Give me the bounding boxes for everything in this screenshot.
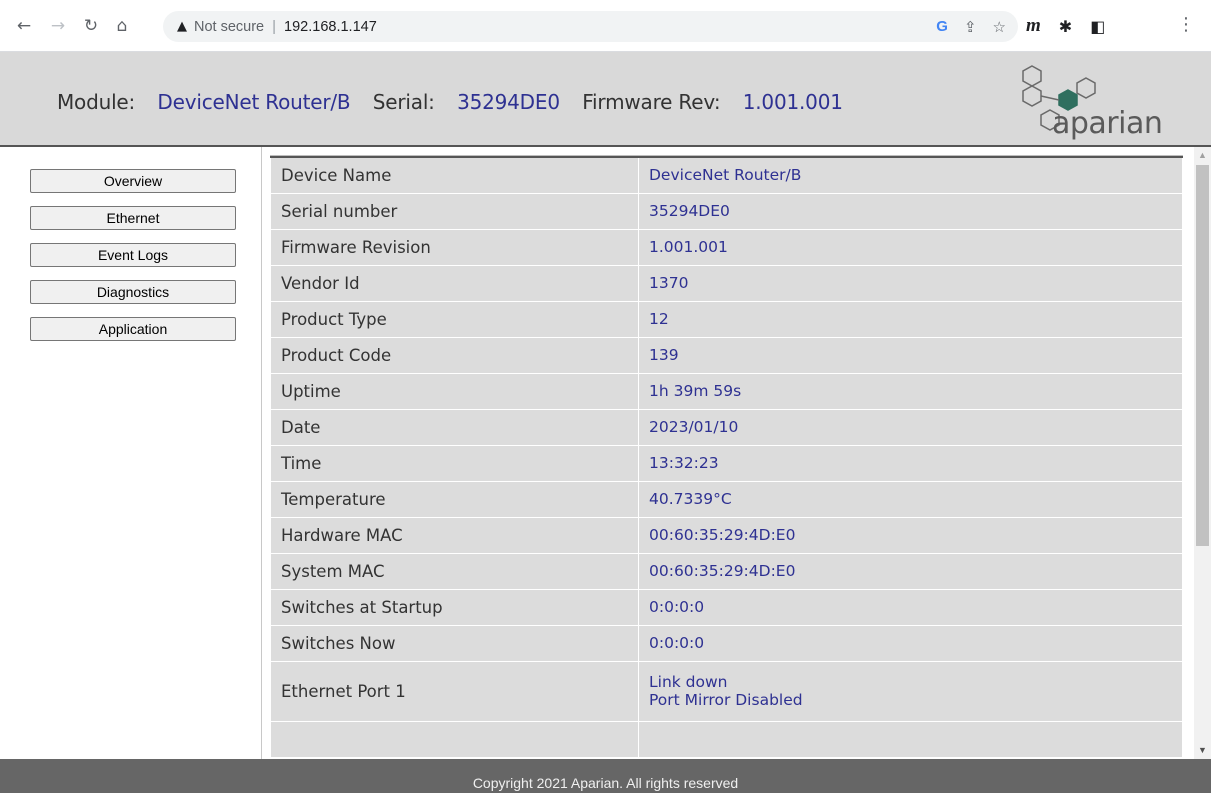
vertical-scrollbar[interactable]: ▲ ▼ xyxy=(1194,147,1211,759)
table-row: Vendor Id 1370 xyxy=(270,264,1183,302)
serial-label: Serial: xyxy=(372,90,435,114)
extension-m-icon[interactable]: m xyxy=(1026,15,1041,37)
row-label: Device Name xyxy=(270,156,639,194)
row-value: 0:0:0:0 xyxy=(638,588,1183,626)
page-header: Module: DeviceNet Router/B Serial: 35294… xyxy=(0,52,1211,147)
device-info-table: Device Name DeviceNet Router/B Serial numb… xyxy=(270,155,1183,758)
table-row: Product Code 139 xyxy=(270,336,1183,374)
row-label: Time xyxy=(270,444,639,482)
table-row: Date 2023/01/10 xyxy=(270,408,1183,446)
row-value: 12 xyxy=(638,300,1183,338)
row-value: 35294DE0 xyxy=(638,192,1183,230)
row-label: Product Code xyxy=(270,336,639,374)
row-value: 00:60:35:29:4D:E0 xyxy=(638,552,1183,590)
serial-value: 35294DE0 xyxy=(457,90,560,114)
table-row: Time 13:32:23 xyxy=(270,444,1183,482)
back-icon[interactable]: ← xyxy=(12,14,36,38)
footer: Copyright 2021 Aparian. All rights reser… xyxy=(0,759,1211,793)
sidebar-item-diagnostics[interactable]: Diagnostics xyxy=(30,280,236,304)
row-label: Ethernet Port 1 xyxy=(270,660,639,722)
url-text[interactable]: 192.168.1.147 xyxy=(284,19,377,35)
table-row: Switches Now 0:0:0:0 xyxy=(270,624,1183,662)
main-content: Device Name DeviceNet Router/B Serial numb… xyxy=(262,147,1211,759)
module-value: DeviceNet Router/B xyxy=(157,90,351,114)
row-label: Date xyxy=(270,408,639,446)
sidebar-item-event-logs[interactable]: Event Logs xyxy=(30,243,236,267)
row-value: 1.001.001 xyxy=(638,228,1183,266)
row-label: Uptime xyxy=(270,372,639,410)
row-label: Switches at Startup xyxy=(270,588,639,626)
row-label: Temperature xyxy=(270,480,639,518)
sidebar-item-ethernet[interactable]: Ethernet xyxy=(30,206,236,230)
row-label: Firmware Revision xyxy=(270,228,639,266)
browser-menu-icon[interactable]: ⋮ xyxy=(1176,14,1196,38)
row-label xyxy=(270,720,639,758)
aparian-logo-text: aparian xyxy=(1052,106,1163,141)
table-row: Uptime 1h 39m 59s xyxy=(270,372,1183,410)
url-separator: | xyxy=(272,18,277,35)
sidebar: Overview Ethernet Event Logs Diagnostics… xyxy=(0,147,262,759)
sidebar-item-application[interactable]: Application xyxy=(30,317,236,341)
module-label: Module: xyxy=(57,90,136,114)
reload-icon[interactable]: ↻ xyxy=(79,14,103,38)
bookmark-star-icon[interactable]: ☆ xyxy=(993,18,1006,36)
address-bar[interactable]: ▲ Not secure | 192.168.1.147 G ⇪ ☆ xyxy=(163,11,1018,42)
browser-toolbar: ← → ↻ ⌂ ▲ Not secure | 192.168.1.147 G ⇪… xyxy=(0,0,1211,52)
table-row-ethernet-port: Ethernet Port 1 Link down Port Mirror Disa… xyxy=(270,660,1183,722)
row-value: 1370 xyxy=(638,264,1183,302)
share-icon[interactable]: ⇪ xyxy=(964,18,977,36)
row-value xyxy=(638,720,1183,758)
row-value: 1h 39m 59s xyxy=(638,372,1183,410)
google-translate-icon[interactable]: G xyxy=(936,18,948,35)
row-label: Serial number xyxy=(270,192,639,230)
row-value: 00:60:35:29:4D:E0 xyxy=(638,516,1183,554)
forward-icon[interactable]: → xyxy=(46,14,70,38)
scroll-up-arrow-icon[interactable]: ▲ xyxy=(1194,147,1211,164)
row-value: 139 xyxy=(638,336,1183,374)
copyright-text: Copyright 2021 Aparian. All rights reser… xyxy=(472,775,739,791)
row-label: Switches Now xyxy=(270,624,639,662)
table-row: Product Type 12 xyxy=(270,300,1183,338)
scrollbar-thumb[interactable] xyxy=(1196,165,1209,546)
row-value: DeviceNet Router/B xyxy=(638,156,1183,194)
not-secure-label[interactable]: Not secure xyxy=(194,19,264,35)
module-info: Module: DeviceNet Router/B Serial: 35294… xyxy=(57,90,843,114)
row-label: Product Type xyxy=(270,300,639,338)
table-row: Hardware MAC 00:60:35:29:4D:E0 xyxy=(270,516,1183,554)
link-status: Link down xyxy=(649,673,728,691)
row-value: 0:0:0:0 xyxy=(638,624,1183,662)
side-panel-icon[interactable]: ◧ xyxy=(1090,17,1105,36)
firmware-value: 1.001.001 xyxy=(742,90,843,114)
row-label: Vendor Id xyxy=(270,264,639,302)
table-row: Switches at Startup 0:0:0:0 xyxy=(270,588,1183,626)
row-value: 2023/01/10 xyxy=(638,408,1183,446)
row-label: Hardware MAC xyxy=(270,516,639,554)
port-mirror-status: Port Mirror Disabled xyxy=(649,691,803,709)
home-icon[interactable]: ⌂ xyxy=(110,14,134,38)
firmware-label: Firmware Rev: xyxy=(582,90,721,114)
scroll-down-arrow-icon[interactable]: ▼ xyxy=(1194,742,1211,759)
table-row xyxy=(270,720,1183,758)
row-value: 40.7339°C xyxy=(638,480,1183,518)
warning-icon[interactable]: ▲ xyxy=(177,19,187,34)
extensions-puzzle-icon[interactable]: ✱ xyxy=(1059,17,1072,36)
table-row: System MAC 00:60:35:29:4D:E0 xyxy=(270,552,1183,590)
row-value: Link down Port Mirror Disabled xyxy=(638,660,1183,722)
table-row: Serial number 35294DE0 xyxy=(270,192,1183,230)
row-value: 13:32:23 xyxy=(638,444,1183,482)
table-row: Device Name DeviceNet Router/B xyxy=(270,156,1183,194)
table-row: Temperature 40.7339°C xyxy=(270,480,1183,518)
sidebar-item-overview[interactable]: Overview xyxy=(30,169,236,193)
row-label: System MAC xyxy=(270,552,639,590)
table-row: Firmware Revision 1.001.001 xyxy=(270,228,1183,266)
